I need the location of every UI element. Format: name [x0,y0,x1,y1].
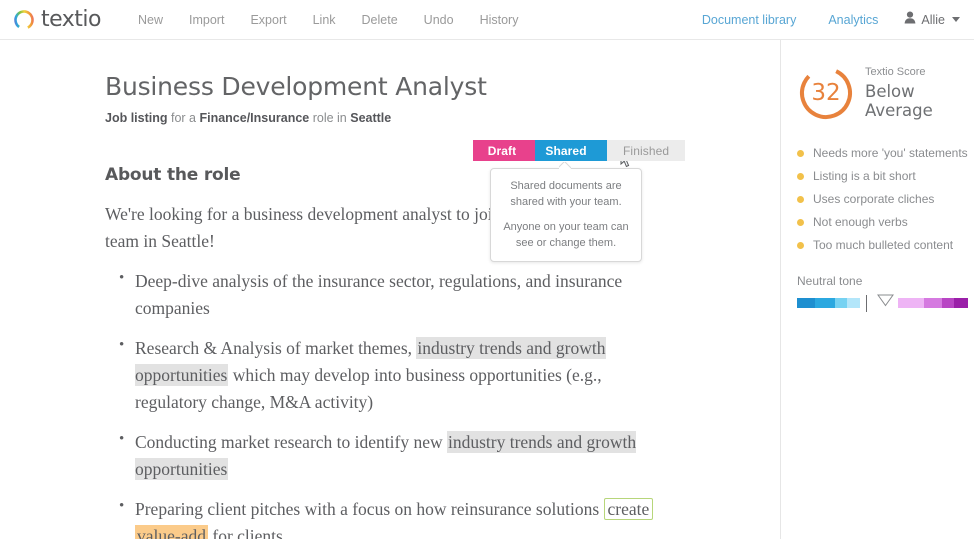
list-item[interactable]: Listing is a bit short [797,169,974,183]
secondary-navigation: Document library Analytics Allie [686,11,960,29]
tone-segment-left-1 [797,298,815,308]
tone-marker-triangle-icon [877,294,894,312]
bullet-4-box-create[interactable]: create [603,498,654,521]
list-item[interactable]: Preparing client pitches with a focus on… [105,495,655,539]
status-tab-shared[interactable]: Shared [535,140,632,168]
score-value: 32 [811,80,841,106]
user-name-label: Allie [921,12,945,27]
bullet-3-text-a: Conducting market research to identify n… [135,432,447,453]
score-caption: Textio Score [865,66,926,79]
list-item[interactable]: Too much bulleted content [797,238,974,252]
doc-sub-mid2: role in [309,111,351,125]
document-editor: Business Development Analyst Job listing… [0,40,780,539]
tone-meter[interactable] [797,294,974,312]
section-heading: About the role [105,165,241,185]
score-rating: Below Average [865,81,933,120]
textio-ring-logo-icon [12,8,36,32]
list-item[interactable]: Not enough verbs [797,215,974,229]
bullet-1-text: Deep-dive analysis of the insurance sect… [135,271,623,318]
status-tab-shared-label: Shared [545,143,587,158]
textio-logo[interactable]: textio [12,6,102,32]
responsibilities-list: Deep-dive analysis of the insurance sect… [105,267,740,539]
nav-item-import[interactable]: Import [176,13,237,27]
chevron-down-icon [952,17,960,22]
user-avatar-icon [904,11,916,29]
page-title: Business Development Analyst [105,72,487,101]
tone-label: Neutral tone [797,274,863,288]
doc-location: Seattle [350,111,392,125]
intro-text-before: We're looking for a business development… [105,204,488,224]
tone-segment-right-4 [954,298,968,308]
tone-center-divider [866,294,867,312]
score-text-block: Textio Score Below Average [865,66,974,119]
nav-link-analytics[interactable]: Analytics [812,13,894,27]
nav-item-new[interactable]: New [125,13,176,27]
list-item[interactable]: Uses corporate cliches [797,192,974,206]
issues-list: Needs more 'you' statements Listing is a… [797,146,974,252]
page-body: Business Development Analyst Job listing… [0,40,974,539]
bullet-2-text-a: Research & Analysis of market themes, [135,338,417,359]
list-item[interactable]: Research & Analysis of market themes, in… [105,334,655,415]
logo-wordmark: textio [41,6,102,32]
nav-link-document-library[interactable]: Document library [686,13,812,27]
bullet-4-highlight-value-add[interactable]: value-add [135,524,208,539]
tone-segment-right-3 [942,298,954,308]
status-tab-finished[interactable]: Finished [607,140,685,161]
document-subtitle: Job listing for a Finance/Insurance role… [105,111,740,125]
intro-text-line2: team in Seattle! [105,230,215,251]
bullet-4-text-a: Preparing client pitches with a focus on… [135,499,604,520]
list-item[interactable]: Deep-dive analysis of the insurance sect… [105,267,655,321]
tone-segment-right-2 [924,298,942,308]
list-item[interactable]: Needs more 'you' statements [797,146,974,160]
primary-actions: New Import Export Link Delete Undo Histo… [125,13,531,27]
shared-status-tooltip: Shared documents are shared with your te… [490,168,642,262]
tooltip-line-1: Shared documents are shared with your te… [510,180,622,208]
status-bar: Draft Shared Finished [473,140,685,168]
nav-item-delete[interactable]: Delete [349,13,411,27]
doc-sub-mid1: for a [167,111,200,125]
nav-item-export[interactable]: Export [237,13,299,27]
status-tab-draft[interactable]: Draft [473,140,535,161]
user-menu[interactable]: Allie [894,11,960,29]
top-navigation-bar: textio New Import Export Link Delete Und… [0,0,974,40]
list-item[interactable]: Conducting market research to identify n… [105,428,655,482]
tone-segment-right-1 [898,298,924,308]
doc-kind: Job listing [105,111,168,125]
doc-category: Finance/Insurance [199,111,310,125]
nav-item-history[interactable]: History [467,13,532,27]
score-ring: 32 [797,64,855,122]
tooltip-line-2: Anyone on your team can see or change th… [503,220,629,249]
score-summary: 32 Textio Score Below Average [797,64,974,122]
tooltip-arrow-icon [559,162,571,169]
tone-segment-left-2 [815,298,835,308]
nav-item-link[interactable]: Link [300,13,349,27]
analysis-sidebar: 32 Textio Score Below Average Needs more… [780,40,974,539]
bullet-4-text-b: for clients [208,525,283,539]
nav-item-undo[interactable]: Undo [411,13,467,27]
tone-segment-left-4 [847,298,860,308]
tone-segment-left-3 [835,298,847,308]
